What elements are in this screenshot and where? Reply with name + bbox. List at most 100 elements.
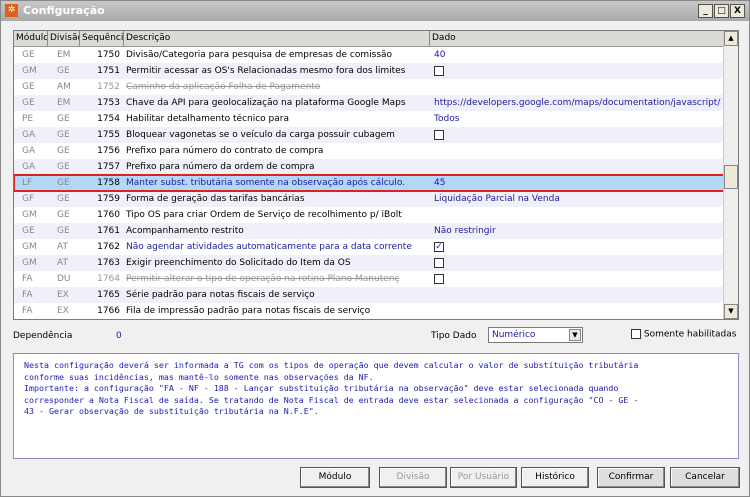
modulo-button[interactable]: Módulo [300,467,370,488]
cell-seq: 1752 [97,82,120,92]
cell-divisao: GE [57,194,70,204]
cell-descricao: Prefixo para número do contrato de compr… [126,146,324,156]
cell-modulo: GA [22,130,36,140]
scroll-thumb[interactable] [724,165,738,189]
cell-dado [430,255,724,271]
cell-dado: 45 [434,178,446,188]
cell-dado: https://developers.google.com/maps/docum… [434,98,721,108]
cell-modulo: GE [22,226,35,236]
close-button[interactable]: X [730,4,745,18]
cell-divisao: GE [57,146,70,156]
vertical-scrollbar[interactable]: ▲ ▼ [723,31,738,319]
table-row[interactable]: LF GE 1758 Manter subst. tributária somente… [14,174,725,192]
cell-descricao: Bloquear vagonetas se o veículo da carga… [126,130,395,140]
checkbox-icon[interactable] [631,329,641,339]
cell-descricao: Forma de geração das tarifas bancárias [126,194,305,204]
cell-modulo: GM [22,242,37,252]
cell-dado: Não restringir [434,226,496,236]
cell-modulo: GA [22,162,36,172]
col-descricao[interactable]: Descrição [124,31,430,46]
table-row[interactable]: GM AT 1763 Exigir preenchimento do Solicita… [14,255,724,271]
cell-modulo: GM [22,66,37,76]
scroll-up-icon[interactable]: ▲ [724,31,738,46]
cell-modulo: GE [22,82,35,92]
cell-divisao: AT [57,258,68,268]
divisao-button[interactable]: Divisão [379,467,447,488]
app-icon: ✲ [5,4,18,17]
maximize-button[interactable]: □ [714,4,729,18]
checkbox-icon[interactable] [434,257,444,268]
grid-header: Módulo Divisão Sequência Descrição Dado [14,31,724,47]
table-row[interactable]: FA EX 1765 Série padrão para notas fiscais … [14,287,724,303]
chevron-down-icon[interactable]: ▼ [569,329,581,341]
table-row[interactable]: GM AT 1762 Não agendar atividades automatic… [14,239,724,255]
table-row[interactable]: GA GE 1756 Prefixo para número do contrato … [14,143,724,159]
table-row[interactable]: GA GE 1757 Prefixo para número da ordem de … [14,159,724,175]
cell-dado: Liquidação Parcial na Venda [434,194,560,204]
cell-descricao: Prefixo para número da ordem de compra [126,162,315,172]
cell-seq: 1757 [97,162,120,172]
cell-divisao: GE [57,114,70,124]
tipo-dado-select[interactable]: Numérico ▼ [488,327,583,343]
config-grid: Módulo Divisão Sequência Descrição Dado … [13,30,739,320]
cell-modulo: GA [22,146,36,156]
cell-modulo: FA [22,274,33,284]
somente-habilitadas-label: Somente habilitadas [643,329,737,340]
cancelar-button[interactable]: Cancelar [670,467,740,488]
somente-habilitadas-checkbox[interactable]: Somente habilitadas [631,329,736,340]
cell-divisao: GE [57,162,70,172]
table-row[interactable]: GF GE 1759 Forma de geração das tarifas ban… [14,191,724,207]
table-row[interactable]: GM GE 1760 Tipo OS para criar Ordem de Serv… [14,207,724,223]
cell-divisao: EX [57,290,69,300]
minimize-button[interactable]: _ [698,4,713,18]
title-bar: ✲ Configuração _ □ X [1,1,749,21]
historico-button[interactable]: Histórico [521,467,589,488]
cell-descricao: Permitir alterar o tipo de operação na r… [126,274,400,284]
cell-seq: 1762 [97,242,120,252]
table-row[interactable]: GE EM 1750 Divisão/Categoria para pesquisa … [14,47,724,63]
table-row[interactable]: FA DU 1764 Permitir alterar o tipo de opera… [14,271,724,287]
cell-descricao: Manter subst. tributária somente na obse… [126,178,406,188]
cell-modulo: PE [22,114,34,124]
cell-divisao: DU [57,274,71,284]
col-dado[interactable]: Dado [430,31,724,46]
col-sequencia[interactable]: Sequência [80,31,124,46]
checkbox-icon[interactable] [434,273,444,284]
table-row[interactable]: GA GE 1755 Bloquear vagonetas se o veículo … [14,127,724,143]
cell-dado [430,63,724,79]
cell-descricao: Caminho da aplicação Folha de Pagamento [126,82,321,92]
table-row[interactable]: PE GE 1754 Habilitar detalhamento técnico p… [14,111,724,127]
cell-modulo: GM [22,210,37,220]
cell-divisao: GE [57,210,70,220]
table-row[interactable]: GE GE 1761 Acompanhamento restrito Não restr… [14,223,724,239]
table-row[interactable]: GM GE 1751 Permitir acessar as OS's Relacio… [14,63,724,79]
table-row[interactable]: GE AM 1752 Caminho da aplicação Folha de Pa… [14,79,724,95]
cell-dado [430,127,724,143]
cell-descricao: Chave da API para geolocalização na plat… [126,98,406,108]
confirmar-button[interactable]: Confirmar [597,467,665,488]
cell-seq: 1758 [97,178,120,188]
cell-descricao: Exigir preenchimento do Solicitado do It… [126,258,351,268]
cell-divisao: AM [57,82,71,92]
cell-modulo: FA [22,290,33,300]
col-divisao[interactable]: Divisão [48,31,80,46]
cell-modulo: GE [22,50,35,60]
cell-modulo: GE [22,98,35,108]
cell-dado: 40 [434,50,446,60]
cell-seq: 1764 [97,274,120,284]
checked-checkbox-icon[interactable]: ✓ [434,241,444,252]
cell-modulo: FA [22,306,33,316]
table-row[interactable]: GE EM 1753 Chave da API para geolocalização… [14,95,724,111]
cell-descricao: Série padrão para notas fiscais de servi… [126,290,315,300]
col-modulo[interactable]: Módulo [14,31,48,46]
configuracao-window: ✲ Configuração _ □ X Módulo Divisão Sequ… [0,0,750,497]
description-text[interactable]: Nesta configuração deverá ser informada … [13,353,739,459]
checkbox-icon[interactable] [434,65,444,76]
table-row[interactable]: FA EX 1766 Fila de impressão padrão para no… [14,303,724,319]
cell-descricao: Não agendar atividades automaticamente p… [126,242,412,252]
scroll-down-icon[interactable]: ▼ [724,304,738,319]
cell-descricao: Permitir acessar as OS's Relacionadas me… [126,66,406,76]
por-usuario-button[interactable]: Por Usuário [450,467,517,488]
cell-dado: ✓ [430,239,724,255]
checkbox-icon[interactable] [434,129,444,140]
